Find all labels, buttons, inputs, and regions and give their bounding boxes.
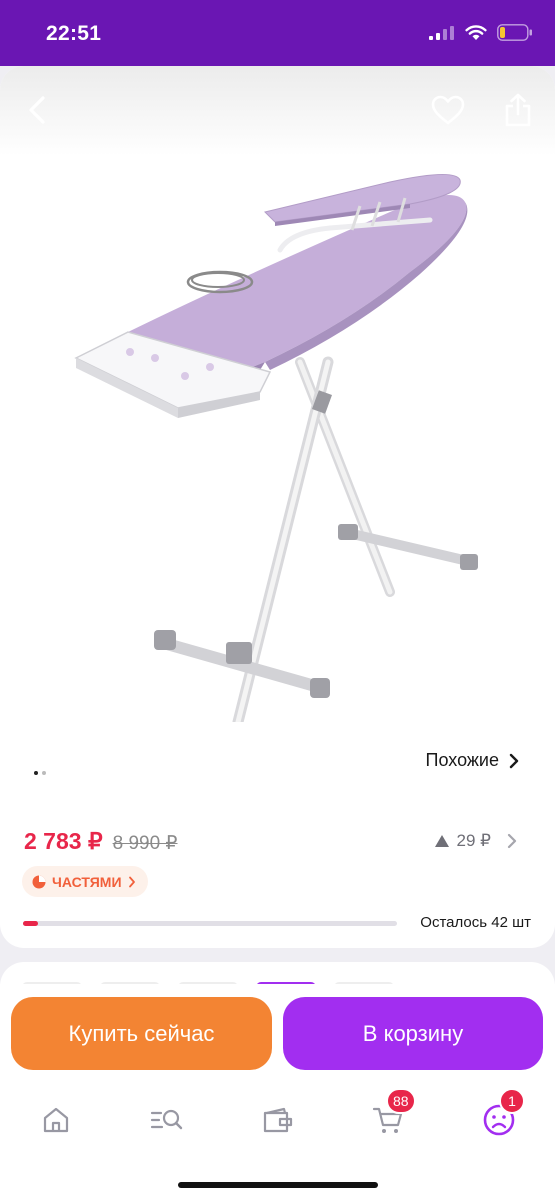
similar-products-link[interactable]: Похожие — [426, 750, 519, 771]
triangle-up-icon — [434, 835, 449, 847]
profile-notification-badge: 1 — [499, 1088, 525, 1114]
chevron-right-icon — [507, 833, 517, 849]
share-button[interactable] — [498, 90, 538, 130]
installments-badge[interactable]: ЧАСТЯМИ — [22, 866, 148, 897]
pagination-dot — [42, 771, 46, 775]
bottom-action-panel: Купить сейчас В корзину 88 1 — [0, 984, 555, 1200]
share-icon — [505, 93, 531, 127]
tab-cart[interactable]: 88 — [366, 1088, 416, 1142]
heart-icon — [431, 95, 465, 125]
cart-count-badge: 88 — [386, 1088, 416, 1114]
old-price: 8 990 ₽ — [112, 833, 178, 854]
pie-chart-icon — [32, 875, 46, 888]
status-icons — [429, 24, 533, 41]
status-bar: 22:51 — [0, 0, 555, 66]
catalog-search-icon — [150, 1109, 183, 1130]
stock-progress-bar — [23, 921, 397, 926]
tab-bar: 88 1 — [0, 1088, 555, 1158]
wallet-icon — [263, 1107, 293, 1133]
pagination-dot — [34, 771, 38, 775]
chevron-left-icon — [29, 96, 45, 124]
bonus-points[interactable]: 29 ₽ — [434, 831, 519, 851]
tab-home[interactable] — [34, 1098, 78, 1142]
status-time: 22:51 — [46, 22, 102, 45]
bonus-amount: 29 ₽ — [456, 831, 491, 850]
stock-remaining: Осталось 42 шт — [420, 914, 531, 931]
battery-icon — [497, 24, 532, 41]
wifi-icon — [465, 24, 487, 40]
product-card: Похожие 2 783 ₽ 8 990 ₽ 29 ₽ ЧАСТЯМИ Ост… — [0, 66, 555, 948]
buy-now-button[interactable]: Купить сейчас — [11, 997, 272, 1070]
price-row: 2 783 ₽ 8 990 ₽ — [24, 828, 178, 855]
tab-catalog[interactable] — [144, 1098, 188, 1142]
home-indicator — [178, 1182, 378, 1188]
chevron-right-icon — [509, 753, 519, 768]
home-icon — [43, 1107, 69, 1133]
favorite-button[interactable] — [428, 90, 468, 130]
current-price: 2 783 ₽ — [24, 828, 103, 854]
add-to-cart-button[interactable]: В корзину — [283, 997, 543, 1070]
signal-icon — [429, 25, 454, 40]
product-gallery[interactable] — [0, 66, 555, 746]
gallery-pagination — [34, 771, 46, 775]
tab-wallet[interactable] — [256, 1098, 300, 1142]
back-button[interactable] — [18, 90, 58, 130]
stock-progress-fill — [23, 921, 38, 926]
chevron-right-icon — [128, 876, 135, 887]
tab-profile[interactable]: 1 — [477, 1088, 525, 1142]
ironing-board-image — [74, 173, 478, 722]
similar-label: Похожие — [425, 750, 499, 770]
installments-label: ЧАСТЯМИ — [52, 873, 122, 890]
